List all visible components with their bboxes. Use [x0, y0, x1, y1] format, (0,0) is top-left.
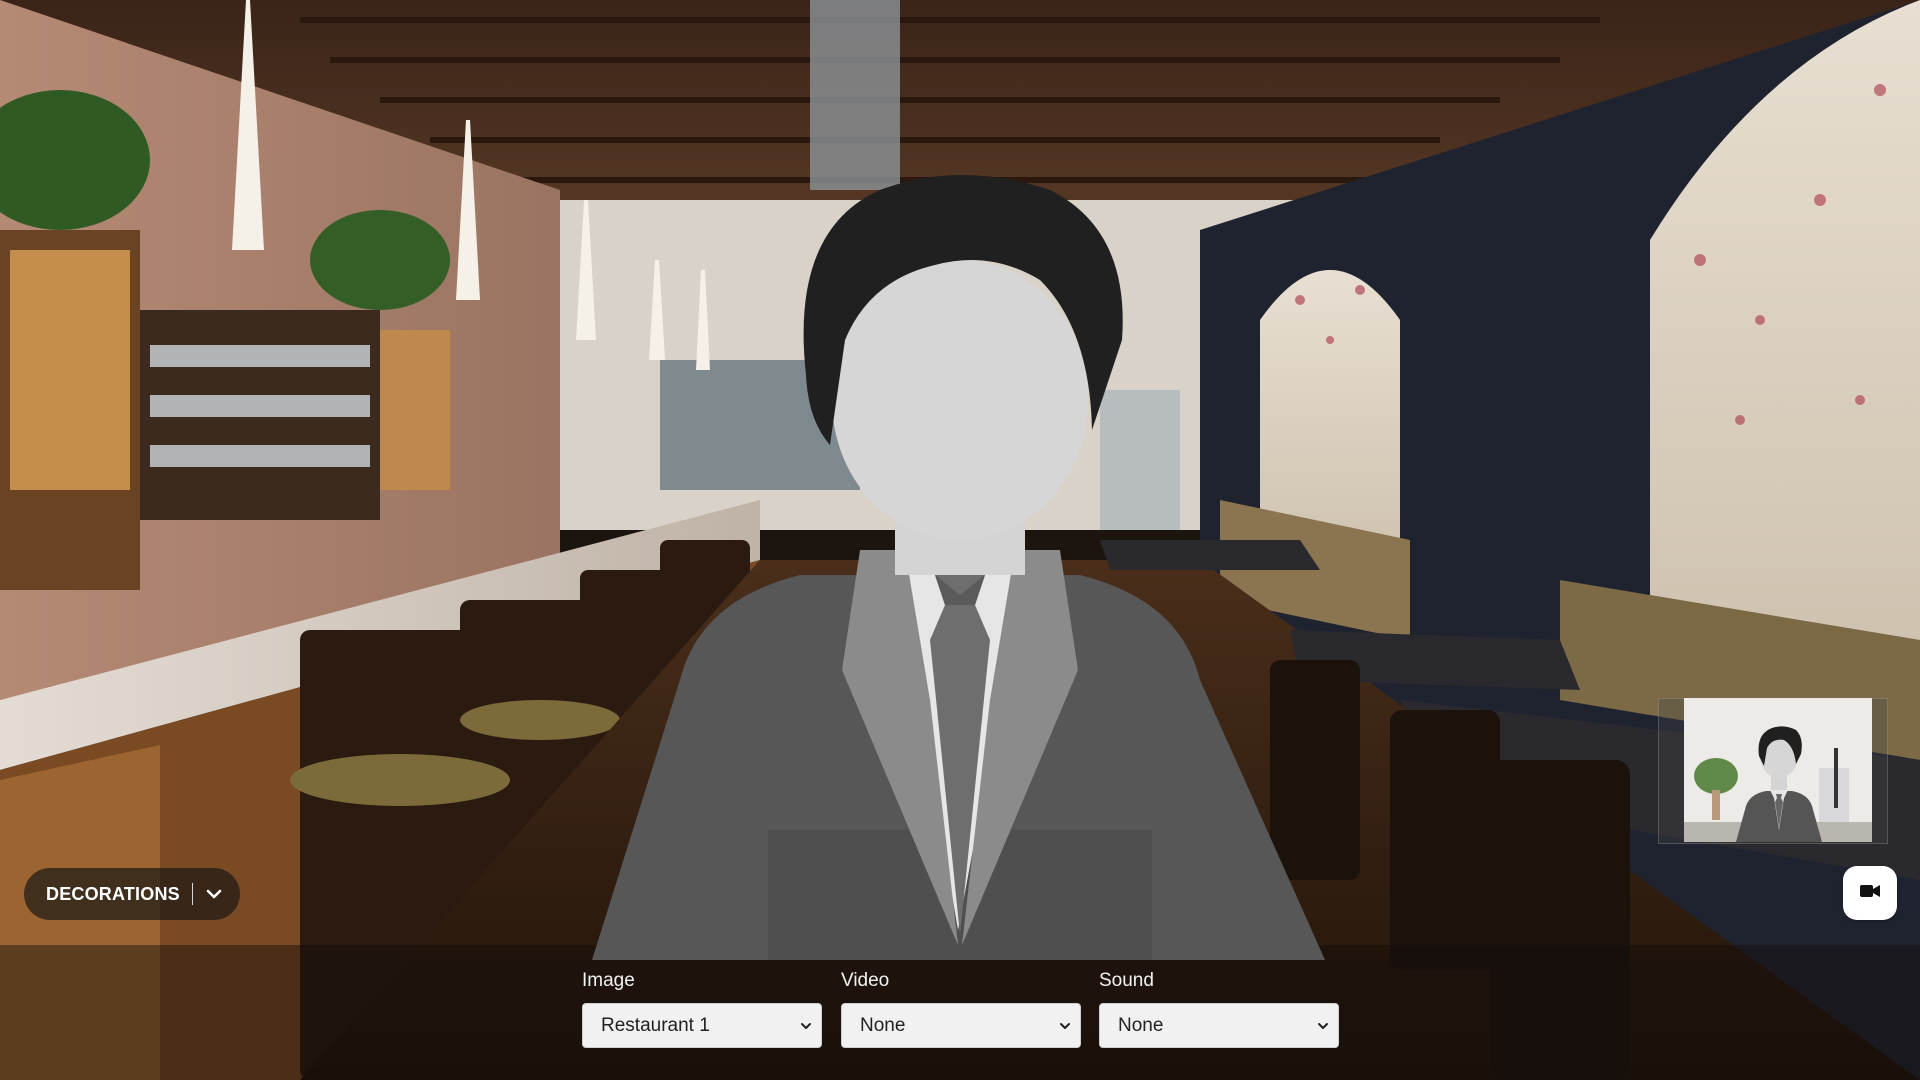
video-selector: Video None — [841, 970, 1081, 1048]
background-scene — [0, 0, 1920, 1080]
decorations-label: DECORATIONS — [46, 883, 180, 904]
chevron-down-icon[interactable] — [203, 883, 225, 905]
sound-selector-label: Sound — [1099, 970, 1154, 991]
sound-selector: Sound None — [1099, 970, 1339, 1048]
image-select[interactable]: Restaurant 1 — [582, 1003, 822, 1048]
video-selector-label: Video — [841, 970, 890, 991]
image-selector: Image Restaurant 1 — [582, 970, 822, 1048]
chevron-down-icon — [1060, 1023, 1070, 1029]
chevron-down-icon — [1318, 1023, 1328, 1029]
video-select-value: None — [860, 1014, 906, 1036]
image-select-value: Restaurant 1 — [601, 1014, 710, 1036]
video-select[interactable]: None — [841, 1003, 1081, 1048]
sound-select[interactable]: None — [1099, 1003, 1339, 1048]
chevron-down-icon — [801, 1023, 811, 1029]
video-camera-icon — [1858, 879, 1882, 908]
self-view-thumbnail[interactable] — [1684, 698, 1872, 842]
sound-select-value: None — [1118, 1014, 1164, 1036]
decorations-divider — [191, 883, 193, 905]
image-selector-label: Image — [582, 970, 635, 991]
camera-toggle-button[interactable] — [1843, 866, 1897, 920]
decorations-button[interactable]: DECORATIONS — [24, 868, 240, 920]
